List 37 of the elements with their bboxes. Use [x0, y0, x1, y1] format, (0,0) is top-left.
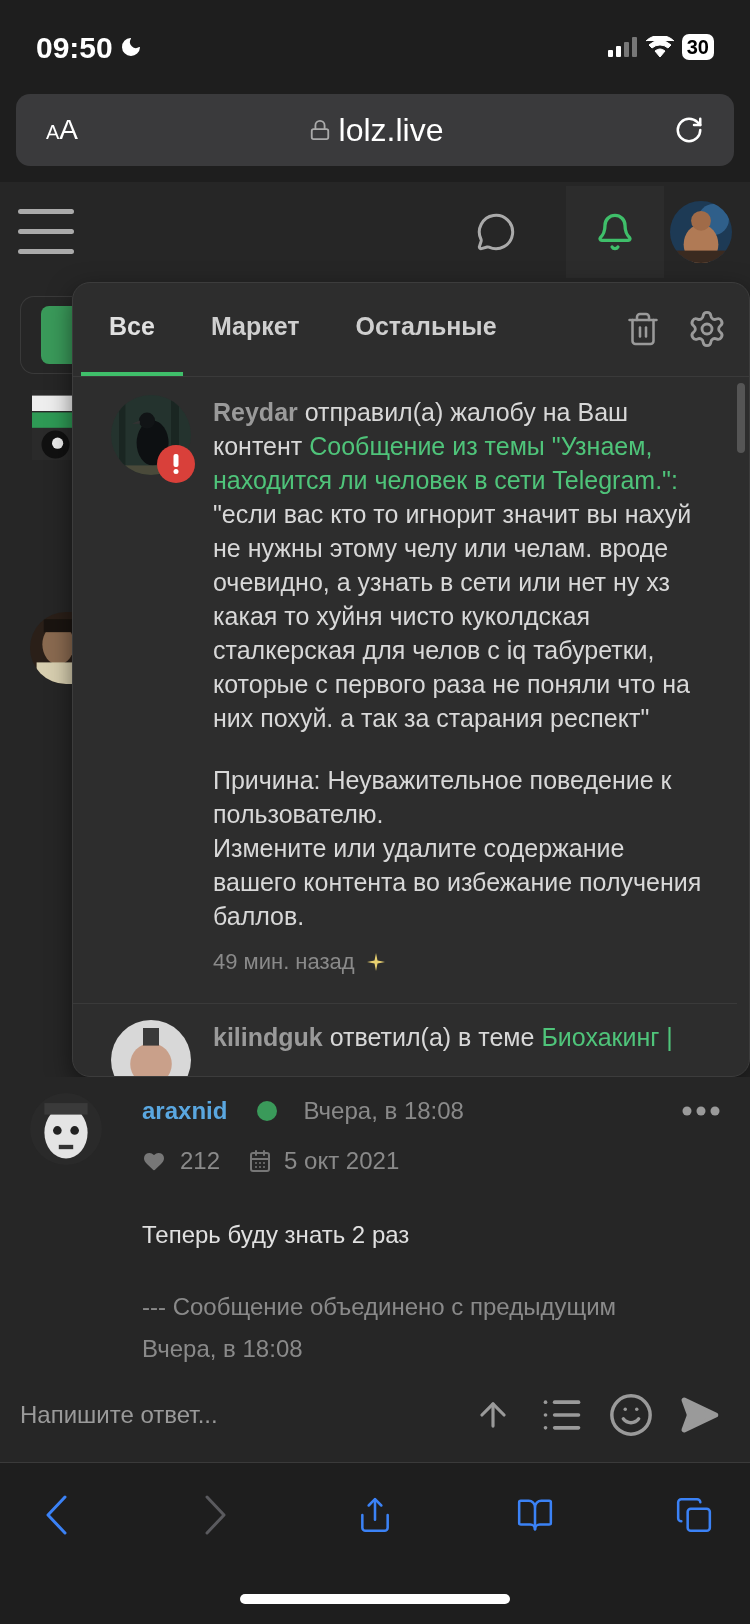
- back-icon: [45, 1495, 67, 1535]
- signal-icon: [607, 37, 638, 57]
- reload-icon[interactable]: [674, 115, 704, 145]
- scrollbar[interactable]: [737, 383, 745, 453]
- lock-icon: [308, 119, 331, 141]
- clock-time: 09:50: [36, 29, 113, 66]
- wifi-icon: [645, 36, 674, 58]
- joined-date: 5 окт 2021: [284, 1146, 400, 1176]
- notification-time: 49 мин. назад: [213, 948, 355, 976]
- smile-icon[interactable]: [608, 1391, 654, 1438]
- author-name[interactable]: araxnid: [142, 1093, 228, 1129]
- text-size-button[interactable]: AA: [46, 109, 79, 151]
- bell-icon: [595, 212, 635, 252]
- reason-text: Причина: Неуважительное поведение к пользователю.: [213, 765, 673, 830]
- reply-field[interactable]: Напишите ответ...: [20, 1396, 454, 1433]
- more-icon[interactable]: [682, 1106, 720, 1116]
- notifications-tab[interactable]: Маркет: [182, 283, 328, 376]
- merged-note: --- Сообщение объединено с предыдущим: [142, 1292, 618, 1322]
- post-date: Вчера, в 18:08: [303, 1096, 464, 1126]
- menu-icon[interactable]: [18, 209, 74, 255]
- likes-count: 212: [180, 1146, 221, 1176]
- trash-icon[interactable]: [625, 311, 661, 347]
- advice-text: Измените или удалите содержание вашего контента во избежание получения баллов.: [213, 833, 703, 932]
- address-bar[interactable]: AA lolz.live: [16, 94, 734, 166]
- exclamation-icon: [173, 454, 179, 474]
- notifications-tab[interactable]: Все: [81, 283, 183, 376]
- chat-icon[interactable]: [476, 212, 516, 252]
- post-text: Теперь буду знать 2 раз: [142, 1220, 411, 1250]
- notification-text: Reydar отправил(а) жалобу на Ваш контент Сообщение из темы "Узнаем, находится ли человек в сети Telegram.": "если вас кто то игнорит значит вы нахуй не нужны этому челу или челам. вроде очевидно, а узнать в сети или нет ну хз какая то хуйня чисто куколдская сталкерская для челов с iq табуретки, которые с первого раза не поняли что на них похуй. а так за старания респект": [213, 397, 693, 734]
- forward-icon: [204, 1495, 227, 1535]
- calendar-icon: [248, 1149, 273, 1173]
- battery-indicator: 30: [681, 34, 714, 60]
- notifications-button[interactable]: [566, 186, 664, 278]
- notification-text: kilindguk ответил(а) в теме Биохакинг |: [213, 1022, 674, 1053]
- tabs-icon: [675, 1496, 713, 1534]
- url-text: lolz.live: [338, 111, 444, 150]
- notifications-tab[interactable]: Остальные: [327, 283, 525, 376]
